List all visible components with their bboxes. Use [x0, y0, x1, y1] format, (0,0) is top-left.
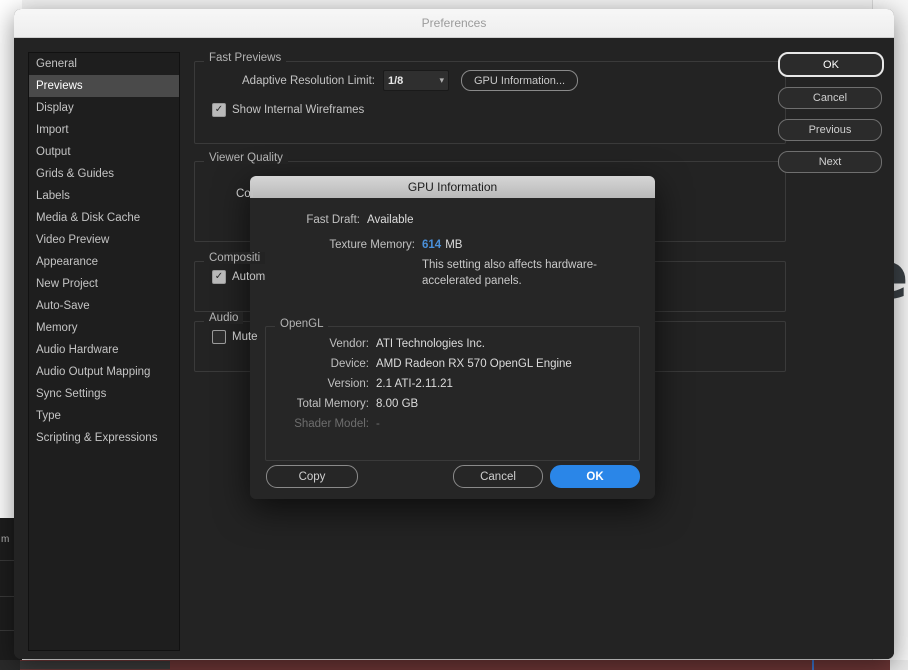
- texture-memory-row: Texture Memory: 614 MB: [311, 239, 641, 251]
- sidebar-item-memory[interactable]: Memory: [29, 317, 179, 339]
- gpu-dialog-buttons: Copy Cancel OK: [250, 465, 655, 488]
- show-internal-wireframes-row[interactable]: ✓ Show Internal Wireframes: [212, 103, 774, 117]
- gpu-information-button[interactable]: GPU Information...: [460, 70, 579, 91]
- group-viewer-quality-legend: Viewer Quality: [204, 152, 288, 164]
- preferences-action-buttons: OK Cancel Previous Next: [778, 52, 884, 183]
- opengl-row-key: Device:: [330, 358, 369, 370]
- sidebar-item-type[interactable]: Type: [29, 405, 179, 427]
- sidebar-item-audio-output-mapping[interactable]: Audio Output Mapping: [29, 361, 179, 383]
- sidebar-item-video-preview[interactable]: Video Preview: [29, 229, 179, 251]
- opengl-row: Version: 2.1 ATI-2.11.21: [265, 378, 640, 390]
- group-composition-inner: ✓ Autom: [194, 252, 786, 296]
- opengl-row: Vendor: ATI Technologies Inc.: [265, 338, 640, 350]
- opengl-rows: Vendor: ATI Technologies Inc. Device: AMD R…: [265, 318, 640, 430]
- show-internal-wireframes-checkbox[interactable]: ✓: [212, 103, 226, 117]
- sidebar-item-scripting-expressions[interactable]: Scripting & Expressions: [29, 427, 179, 449]
- background-bottom-right-cap: [890, 660, 908, 670]
- sidebar-item-previews[interactable]: Previews: [29, 75, 179, 97]
- background-bottom-progress: [20, 661, 170, 669]
- opengl-row-key: Shader Model:: [294, 418, 369, 430]
- opengl-row-value: 2.1 ATI-2.11.21: [376, 378, 453, 390]
- preferences-title: Preferences: [421, 16, 487, 30]
- sidebar-item-auto-save[interactable]: Auto-Save: [29, 295, 179, 317]
- opengl-group-legend: OpenGL: [275, 318, 329, 330]
- adaptive-resolution-value: 1/8: [387, 74, 404, 87]
- color-management-label: Col: [236, 188, 254, 200]
- opengl-row-value: ATI Technologies Inc.: [376, 338, 485, 350]
- group-audio-legend: Audio: [204, 312, 244, 324]
- texture-memory-value[interactable]: 614: [422, 239, 441, 251]
- sidebar-item-media-disk-cache[interactable]: Media & Disk Cache: [29, 207, 179, 229]
- sidebar-item-grids-guides[interactable]: Grids & Guides: [29, 163, 179, 185]
- opengl-row-value: AMD Radeon RX 570 OpenGL Engine: [376, 358, 572, 370]
- opengl-row-value: -: [376, 418, 380, 430]
- group-fast-previews: Fast Previews Adaptive Resolution Limit:…: [194, 52, 786, 144]
- background-bottom-left-cap: [0, 660, 20, 670]
- opengl-row: Device: AMD Radeon RX 570 OpenGL Engine: [265, 358, 640, 370]
- group-composition-legend: Compositi: [204, 252, 266, 264]
- composition-auto-row[interactable]: ✓ Autom: [212, 270, 774, 284]
- preferences-titlebar[interactable]: Preferences: [14, 9, 894, 38]
- adaptive-resolution-label: Adaptive Resolution Limit:: [242, 74, 375, 87]
- composition-auto-label: Autom: [232, 271, 266, 283]
- opengl-group: OpenGL Vendor: ATI Technologies Inc. Devic…: [265, 318, 640, 461]
- adaptive-resolution-row: Adaptive Resolution Limit: 1/8 ▾ GPU Inf…: [242, 70, 774, 91]
- composition-auto-checkbox[interactable]: ✓: [212, 270, 226, 284]
- gpu-ok-button[interactable]: OK: [550, 465, 640, 488]
- audio-mute-checkbox[interactable]: [212, 330, 226, 344]
- gpu-information-dialog: GPU Information Fast Draft: Available Te…: [250, 176, 655, 499]
- gpu-cancel-button[interactable]: Cancel: [453, 465, 543, 488]
- ok-button[interactable]: OK: [778, 52, 884, 77]
- chevron-down-icon: ▾: [439, 75, 444, 85]
- opengl-row: Total Memory: 8.00 GB: [265, 398, 640, 410]
- opengl-row: Shader Model: -: [265, 418, 640, 430]
- sidebar-item-output[interactable]: Output: [29, 141, 179, 163]
- cancel-button[interactable]: Cancel: [778, 87, 882, 109]
- sidebar-item-new-project[interactable]: New Project: [29, 273, 179, 295]
- opengl-row-key: Version:: [327, 378, 369, 390]
- background-bottom-playhead: [812, 660, 814, 670]
- copy-button[interactable]: Copy: [266, 465, 358, 488]
- opengl-row-key: Vendor:: [329, 338, 369, 350]
- opengl-row-value: 8.00 GB: [376, 398, 419, 410]
- sidebar-item-appearance[interactable]: Appearance: [29, 251, 179, 273]
- sidebar-item-display[interactable]: Display: [29, 97, 179, 119]
- group-fast-previews-legend: Fast Previews: [204, 52, 287, 64]
- sidebar-item-import[interactable]: Import: [29, 119, 179, 141]
- color-management-row: Col: [236, 188, 774, 200]
- next-button[interactable]: Next: [778, 151, 882, 173]
- opengl-row-key: Total Memory:: [296, 398, 369, 410]
- sidebar-item-sync-settings[interactable]: Sync Settings: [29, 383, 179, 405]
- audio-mute-label: Mute: [232, 331, 258, 343]
- previous-button[interactable]: Previous: [778, 119, 882, 141]
- texture-memory-unit: MB: [445, 239, 463, 251]
- gpu-dialog-body: Fast Draft: Available Texture Memory: 61…: [250, 198, 655, 499]
- adaptive-resolution-select[interactable]: 1/8 ▾: [382, 70, 449, 91]
- sidebar-item-audio-hardware[interactable]: Audio Hardware: [29, 339, 179, 361]
- preferences-sidebar[interactable]: General Previews Display Import Output Grids …: [28, 52, 180, 651]
- texture-memory-key: Texture Memory:: [329, 239, 415, 251]
- sidebar-item-labels[interactable]: Labels: [29, 185, 179, 207]
- sidebar-item-general[interactable]: General: [29, 53, 179, 75]
- show-internal-wireframes-label: Show Internal Wireframes: [232, 104, 365, 116]
